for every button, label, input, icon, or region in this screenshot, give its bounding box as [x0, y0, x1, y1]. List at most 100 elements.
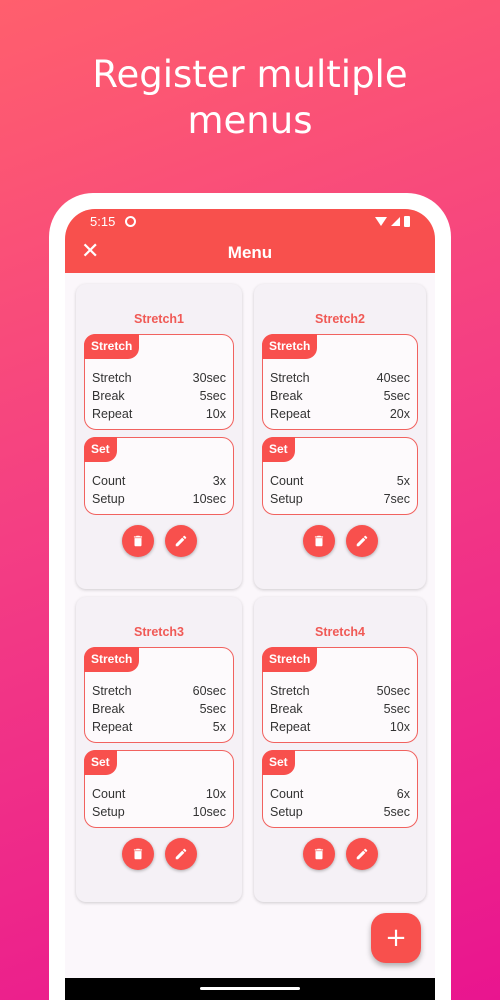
pencil-icon	[356, 848, 367, 860]
row-key: Break	[270, 702, 303, 716]
row-value: 5sec	[199, 702, 226, 716]
stretch-section: Stretch Stretch 60sec Break 5sec Repeat 5x	[84, 647, 234, 743]
wifi-icon	[375, 216, 387, 226]
pencil-icon	[175, 535, 186, 547]
row-key: Break	[92, 702, 125, 716]
setup-row: Setup 5sec	[270, 803, 410, 821]
count-row: Count 5x	[270, 472, 410, 490]
edit-button[interactable]	[345, 838, 378, 870]
menu-card[interactable]: Stretch3 Stretch Stretch 60sec Break 5sec …	[76, 597, 242, 902]
menu-card-title: Stretch4	[314, 625, 366, 639]
setup-row: Setup 7sec	[270, 490, 410, 508]
row-key: Count	[92, 787, 126, 801]
status-bar: 5:15	[65, 209, 435, 233]
stretch-row: Stretch 60sec	[92, 682, 226, 700]
stretch-tag: Stretch	[262, 647, 318, 672]
row-key: Stretch	[92, 684, 132, 698]
stretch-row: Stretch 40sec	[270, 369, 410, 387]
delete-button[interactable]	[302, 838, 335, 870]
count-row: Count 10x	[92, 785, 226, 803]
row-value: 10sec	[192, 492, 226, 506]
setup-row: Setup 10sec	[92, 803, 226, 821]
stretch-tag: Stretch	[84, 647, 140, 672]
trash-icon	[133, 535, 142, 547]
status-time: 5:15	[90, 213, 116, 229]
edit-button[interactable]	[345, 525, 378, 557]
row-value: 10x	[205, 787, 226, 801]
row-value: 60sec	[192, 684, 226, 698]
repeat-row: Repeat 5x	[92, 718, 226, 736]
menu-card[interactable]: Stretch1 Stretch Stretch 30sec Break 5sec …	[76, 284, 242, 589]
stretch-row: Stretch 50sec	[270, 682, 410, 700]
headline: Register multiple menus	[0, 52, 500, 144]
menu-card-title: Stretch1	[133, 312, 185, 326]
break-row: Break 5sec	[270, 700, 410, 718]
row-value: 20x	[389, 407, 410, 421]
headline-line1: Register multiple	[92, 53, 408, 96]
stretch-row: Stretch 30sec	[92, 369, 226, 387]
row-value: 50sec	[376, 684, 410, 698]
set-tag: Set	[262, 750, 295, 775]
pencil-icon	[356, 535, 367, 547]
row-value: 5sec	[199, 389, 226, 403]
row-value: 5x	[396, 474, 410, 488]
menu-card[interactable]: Stretch4 Stretch Stretch 50sec Break 5sec …	[254, 597, 426, 902]
stretch-tag: Stretch	[84, 334, 140, 359]
edit-button[interactable]	[164, 838, 197, 870]
set-tag: Set	[262, 437, 295, 462]
row-value: 5x	[212, 720, 226, 734]
count-row: Count 6x	[270, 785, 410, 803]
row-key: Count	[92, 474, 126, 488]
trash-icon	[314, 535, 323, 547]
page-title: Menu	[227, 243, 273, 262]
trash-icon	[314, 848, 323, 860]
row-key: Count	[270, 787, 304, 801]
row-value: 10x	[389, 720, 410, 734]
stretch-tag: Stretch	[262, 334, 318, 359]
set-section: Set Count 3x Setup 10sec	[84, 437, 234, 515]
menu-card[interactable]: Stretch2 Stretch Stretch 40sec Break 5sec …	[254, 284, 426, 589]
row-value: 6x	[396, 787, 410, 801]
set-tag: Set	[84, 750, 117, 775]
home-handle[interactable]	[200, 987, 300, 990]
row-value: 40sec	[376, 371, 410, 385]
repeat-row: Repeat 20x	[270, 405, 410, 423]
set-section: Set Count 6x Setup 5sec	[262, 750, 418, 828]
menu-card-title: Stretch2	[314, 312, 366, 326]
system-nav-bar	[65, 978, 435, 1000]
stretch-section: Stretch Stretch 30sec Break 5sec Repeat 10x	[84, 334, 234, 430]
app-bar: ✕ Menu	[65, 233, 435, 273]
menu-card-title: Stretch3	[133, 625, 185, 639]
menu-grid: Stretch1 Stretch Stretch 30sec Break 5sec …	[76, 284, 426, 902]
row-value: 7sec	[383, 492, 410, 506]
row-value: 30sec	[192, 371, 226, 385]
delete-button[interactable]	[121, 525, 154, 557]
set-section: Set Count 10x Setup 10sec	[84, 750, 234, 828]
row-key: Stretch	[270, 371, 310, 385]
set-section: Set Count 5x Setup 7sec	[262, 437, 418, 515]
row-key: Count	[270, 474, 304, 488]
count-row: Count 3x	[92, 472, 226, 490]
row-key: Setup	[270, 492, 303, 506]
repeat-row: Repeat 10x	[270, 718, 410, 736]
row-key: Stretch	[270, 684, 310, 698]
close-icon[interactable]: ✕	[81, 240, 99, 264]
row-key: Repeat	[270, 407, 311, 421]
break-row: Break 5sec	[92, 700, 226, 718]
break-row: Break 5sec	[92, 387, 226, 405]
row-value: 3x	[212, 474, 226, 488]
stretch-section: Stretch Stretch 50sec Break 5sec Repeat 10x	[262, 647, 418, 743]
row-value: 5sec	[383, 702, 410, 716]
edit-button[interactable]	[164, 525, 197, 557]
stretch-section: Stretch Stretch 40sec Break 5sec Repeat 20x	[262, 334, 418, 430]
notification-icon	[125, 215, 137, 227]
delete-button[interactable]	[302, 525, 335, 557]
row-key: Break	[92, 389, 125, 403]
set-tag: Set	[84, 437, 117, 462]
row-key: Break	[270, 389, 303, 403]
row-key: Setup	[270, 805, 303, 819]
row-key: Setup	[92, 805, 125, 819]
add-menu-button[interactable]: +	[371, 913, 421, 963]
delete-button[interactable]	[121, 838, 154, 870]
headline-line2: menus	[187, 99, 313, 142]
